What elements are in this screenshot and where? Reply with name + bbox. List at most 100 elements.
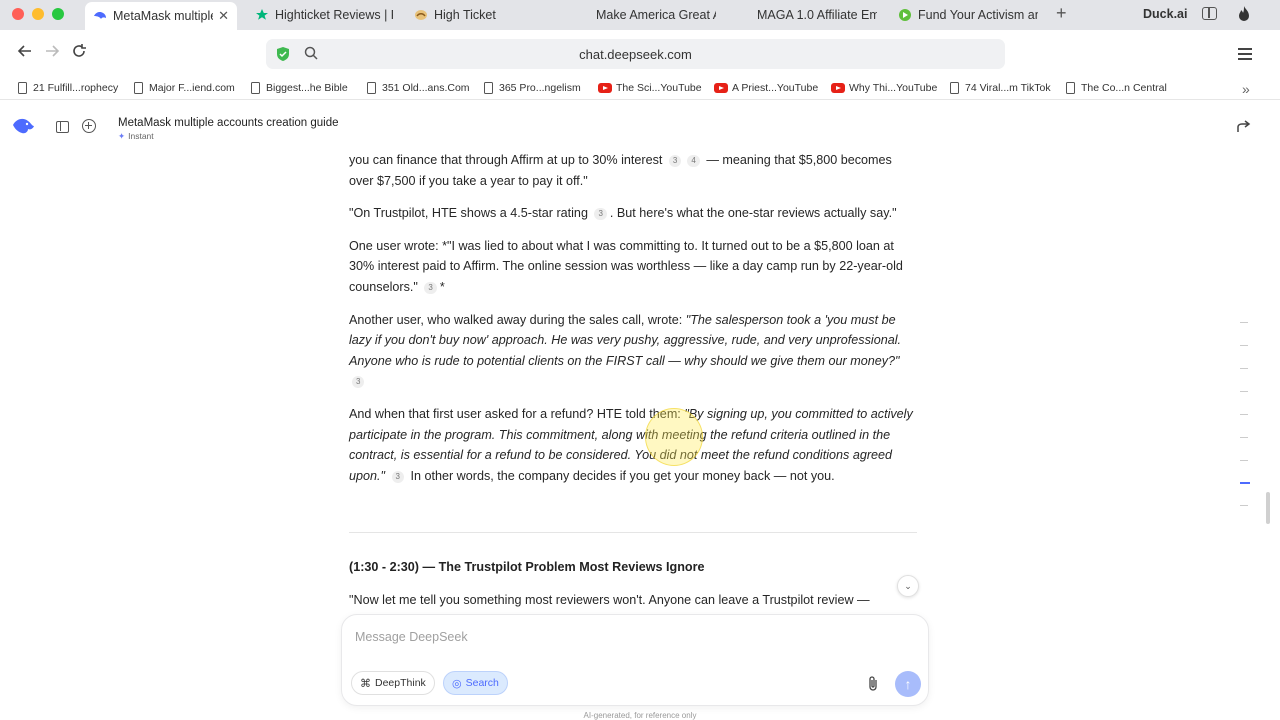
bookmark-item[interactable]: The Sci...YouTube (598, 82, 702, 94)
minimize-window-button[interactable] (32, 8, 44, 20)
bookmark-icon (251, 82, 260, 94)
new-chat-icon[interactable] (82, 119, 96, 133)
bookmark-icon (367, 82, 376, 94)
bookmark-item[interactable]: Biggest...he Bible (251, 82, 348, 94)
bookmark-item[interactable]: The Co...n Central (1066, 82, 1167, 94)
fire-icon[interactable] (1236, 5, 1252, 28)
section-divider (349, 532, 917, 533)
citation-badge[interactable]: 3 (391, 470, 404, 483)
browser-tab-strip: MetaMask multiple accounts creation guid… (0, 0, 1280, 30)
deepseek-logo-icon[interactable] (12, 116, 36, 141)
fund-activism-icon (898, 8, 912, 22)
tab-high-ticket[interactable]: High Ticket (414, 3, 554, 27)
bookmark-item[interactable]: 74 Viral...m TikTok (950, 82, 1051, 94)
bookmark-label: Why Thi...YouTube (849, 82, 938, 94)
youtube-icon (714, 83, 728, 93)
sidebar-icon[interactable] (1202, 7, 1217, 20)
scroll-marker[interactable] (1240, 460, 1248, 461)
message-composer: ⌘ DeepThink ◎ Search ↑ (341, 614, 929, 706)
close-tab-icon[interactable]: ✕ (218, 8, 229, 24)
send-button[interactable]: ↑ (895, 671, 921, 697)
highticket-icon (414, 8, 428, 22)
globe-icon: ◎ (452, 677, 462, 690)
bookmarks-bar: 21 Fulfill...rophecy Major F...iend.com … (0, 78, 1280, 100)
tab-fund-activism[interactable]: Fund Your Activism and Lead (898, 3, 1040, 27)
bolt-icon: ✦ (118, 131, 126, 141)
deepseek-icon (93, 9, 107, 23)
paragraph-text: you can finance that through Affirm at u… (349, 153, 663, 167)
bookmark-item[interactable]: Why Thi...YouTube (831, 82, 937, 94)
trustpilot-star-icon (255, 8, 269, 22)
scrollbar-thumb[interactable] (1266, 492, 1270, 524)
citation-badge[interactable]: 3 (668, 155, 682, 167)
citation-badge[interactable]: 4 (687, 155, 700, 167)
tab-label: High Ticket (434, 8, 496, 22)
message-input[interactable] (355, 627, 895, 647)
new-tab-button[interactable]: + (1056, 3, 1067, 24)
share-icon[interactable] (1236, 119, 1251, 139)
message-paragraph: "Now let me tell you something most revi… (349, 593, 870, 607)
citation-badge[interactable]: 3 (424, 281, 437, 294)
search-toggle-button[interactable]: ◎ Search (443, 671, 508, 695)
section-heading: (1:30 - 2:30) — The Trustpilot Problem M… (349, 560, 705, 574)
chat-mode-text: Instant (128, 131, 154, 141)
cursor-highlight (645, 408, 703, 466)
scroll-marker[interactable] (1240, 368, 1248, 369)
reload-icon[interactable] (71, 43, 87, 64)
bookmark-item[interactable]: A Priest...YouTube (714, 82, 818, 94)
paragraph-text: "On Trustpilot, HTE shows a 4.5-star rat… (349, 206, 588, 221)
tab-highticket-reviews[interactable]: Highticket Reviews | Read Customer Servi… (255, 3, 395, 27)
url-text: chat.deepseek.com (579, 47, 692, 62)
bookmark-label: The Sci...YouTube (616, 82, 702, 94)
hamburger-menu-icon[interactable] (1238, 48, 1252, 63)
scroll-marker[interactable] (1240, 437, 1248, 438)
paragraph-text: And when that first user asked for a ref… (349, 406, 685, 421)
arrow-up-icon: ↑ (904, 676, 912, 692)
youtube-icon (598, 83, 612, 93)
back-arrow-icon[interactable] (17, 43, 33, 64)
bookmark-label: 21 Fulfill...rophecy (33, 82, 119, 94)
tab-maga-affiliate[interactable]: MAGA 1.0 Affiliate Email (757, 3, 877, 27)
citation-badge[interactable]: 3 (352, 376, 365, 389)
scroll-to-bottom-button[interactable]: ⌄ (897, 575, 919, 597)
scroll-marker[interactable] (1240, 345, 1248, 346)
search-label: Search (465, 677, 499, 689)
tab-metamask-guide[interactable]: MetaMask multiple accounts creation guid… (85, 2, 237, 30)
forward-arrow-icon[interactable] (44, 43, 60, 64)
chevron-down-icon: ⌄ (904, 581, 912, 591)
scroll-marker[interactable] (1240, 505, 1248, 506)
scroll-marker[interactable] (1240, 414, 1248, 415)
bookmark-item[interactable]: 351 Old...ans.Com (367, 82, 470, 94)
paperclip-icon[interactable] (867, 675, 879, 696)
citation-badge[interactable]: 3 (594, 208, 607, 221)
bookmark-icon (484, 82, 493, 94)
bookmark-label: Major F...iend.com (149, 82, 235, 94)
assistant-message: you can finance that through Affirm at u… (349, 150, 917, 498)
scroll-marker[interactable] (1240, 391, 1248, 392)
tab-label: Fund Your Activism and Lead (918, 8, 1038, 22)
bookmarks-overflow-icon[interactable]: » (1242, 81, 1250, 97)
chat-mode-label: ✦ Instant (118, 131, 154, 142)
duck-ai-button[interactable]: Duck.ai (1143, 7, 1187, 21)
paragraph-text: * (439, 279, 445, 294)
close-window-button[interactable] (12, 8, 24, 20)
scroll-marker[interactable] (1240, 322, 1248, 323)
bookmark-item[interactable]: 21 Fulfill...rophecy (18, 82, 118, 94)
bookmark-item[interactable]: 365 Pro...ngelism (484, 82, 581, 94)
deepthink-label: DeepThink (375, 677, 426, 689)
chat-title: MetaMask multiple accounts creation guid… (118, 117, 339, 129)
bookmark-icon (18, 82, 27, 94)
sidebar-toggle-icon[interactable] (56, 121, 69, 133)
address-bar[interactable]: chat.deepseek.com (266, 39, 1005, 69)
zoom-window-button[interactable] (52, 8, 64, 20)
message-paragraph: One user wrote: *"I was lied to about wh… (349, 236, 917, 298)
bookmark-label: Biggest...he Bible (266, 82, 348, 94)
message-paragraph: And when that first user asked for a ref… (349, 404, 917, 486)
bookmark-item[interactable]: Major F...iend.com (134, 82, 235, 94)
message-paragraph: "On Trustpilot, HTE shows a 4.5-star rat… (349, 203, 917, 224)
tab-make-america-great[interactable]: Make America Great Again (596, 3, 718, 27)
deepthink-icon: ⌘ (360, 677, 371, 690)
bookmark-icon (950, 82, 959, 94)
scroll-marker-active[interactable] (1240, 482, 1250, 484)
deepthink-toggle-button[interactable]: ⌘ DeepThink (351, 671, 435, 695)
